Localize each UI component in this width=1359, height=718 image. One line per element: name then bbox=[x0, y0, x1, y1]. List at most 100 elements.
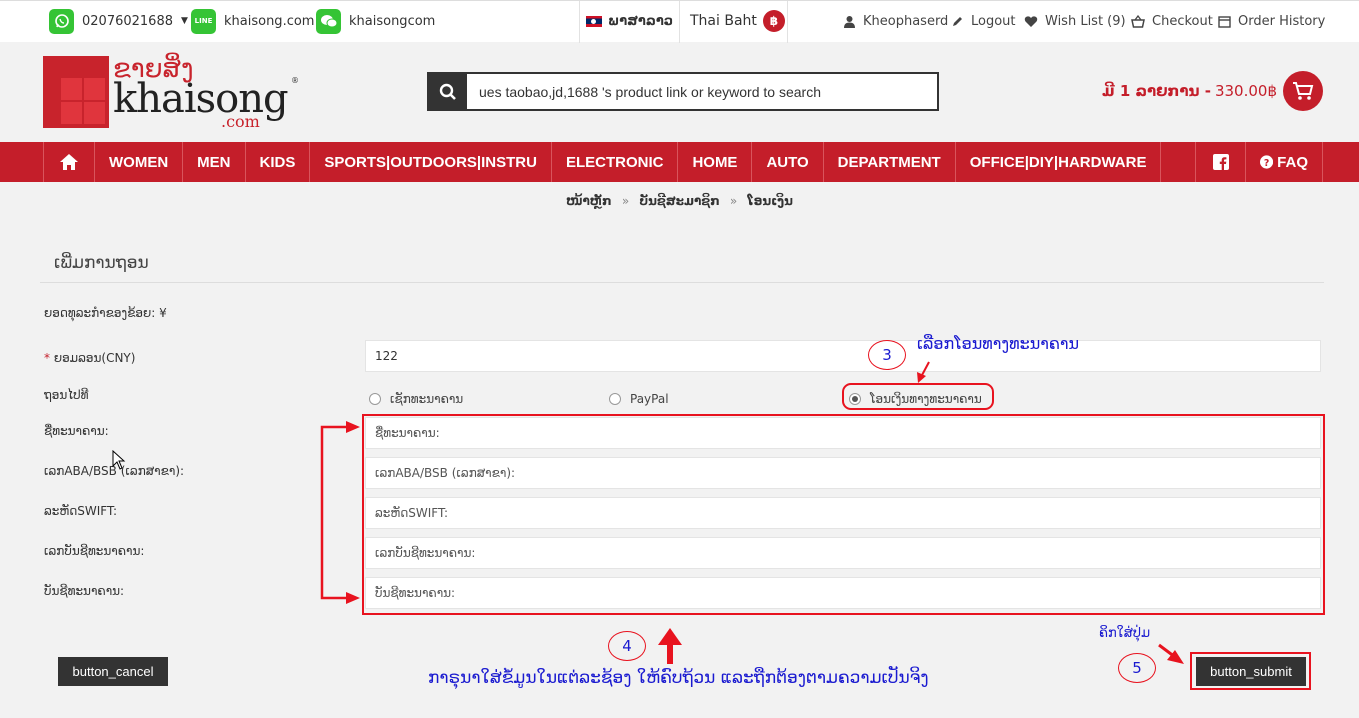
search-button[interactable] bbox=[429, 74, 467, 109]
radio-button[interactable] bbox=[369, 393, 381, 405]
language-selector[interactable]: ພາສາລາວ bbox=[586, 7, 673, 35]
step-4-marker: 4 bbox=[608, 631, 646, 661]
mouse-cursor-icon bbox=[112, 450, 126, 470]
breadcrumb-separator: » bbox=[729, 194, 738, 208]
nav-item-men[interactable]: MEN bbox=[182, 142, 244, 182]
account-label: Kheophaserd bbox=[863, 13, 949, 29]
pencil-icon bbox=[953, 16, 962, 26]
radio-button[interactable] bbox=[609, 393, 621, 405]
bank-name-label: ຊື່ທະນາຄານ: bbox=[44, 424, 109, 438]
highlight-bank-transfer bbox=[842, 383, 994, 410]
highlight-submit bbox=[1190, 652, 1311, 690]
checkout-label: Checkout bbox=[1152, 13, 1213, 29]
cart-icon[interactable] bbox=[1283, 71, 1323, 111]
faq-label: FAQ bbox=[1277, 153, 1308, 171]
highlight-fields bbox=[362, 414, 1325, 615]
line-icon: LINE bbox=[191, 8, 216, 34]
step-3-marker: 3 bbox=[868, 340, 906, 370]
nav-item-women[interactable]: WOMEN bbox=[94, 142, 182, 182]
page-title: ເພີ່ມການຖອນ bbox=[54, 253, 149, 273]
line-contact[interactable]: LINE khaisong.com bbox=[191, 7, 314, 35]
wishlist-link[interactable]: Wish List (9) bbox=[1024, 7, 1126, 35]
facebook-icon bbox=[1212, 154, 1229, 170]
title-divider bbox=[40, 282, 1324, 283]
phone-number: 02076021688 bbox=[82, 13, 173, 29]
account-name-label: ບັນຊີທະນາຄານ: bbox=[44, 584, 125, 598]
wechat-id: khaisongcom bbox=[349, 13, 436, 29]
logo-domain: .com bbox=[221, 112, 260, 131]
nav-item-department[interactable]: DEPARTMENT bbox=[822, 142, 955, 182]
account-link[interactable]: Kheophaserd bbox=[843, 7, 948, 35]
order-history-label: Order History bbox=[1238, 13, 1326, 29]
amount-label: * ຍອມລອນ(CNY) bbox=[44, 351, 135, 365]
cart-summary[interactable]: ມີ 1 ລາຍການ - 330.00฿ bbox=[1102, 71, 1323, 111]
logout-link[interactable]: Logout bbox=[951, 7, 1016, 35]
home-icon bbox=[60, 154, 78, 170]
breadcrumb-current[interactable]: ໂອນເງິນ bbox=[747, 194, 792, 208]
svg-text:?: ? bbox=[1264, 158, 1269, 169]
option-label: PayPal bbox=[630, 392, 669, 406]
nav-item-electronic[interactable]: ELECTRONIC bbox=[550, 142, 678, 182]
breadcrumb-account[interactable]: ບັນຊີສະມາຊິກ bbox=[639, 194, 719, 208]
currency-selector[interactable]: Thai Baht ฿ bbox=[690, 7, 785, 35]
currency-label: Thai Baht bbox=[690, 13, 757, 29]
heart-icon bbox=[1024, 15, 1038, 27]
cancel-button[interactable]: button_cancel bbox=[58, 657, 168, 686]
lao-flag-icon bbox=[586, 15, 602, 27]
option-label: ເຊັກທະນາຄານ bbox=[390, 392, 464, 406]
amount-input[interactable]: 122 bbox=[365, 340, 1321, 372]
user-icon bbox=[844, 15, 855, 28]
breadcrumb: ໜ້າຫຼັກ » ບັນຊີສະມາຊິກ » ໂອນເງິນ bbox=[0, 194, 1359, 208]
divider bbox=[579, 1, 580, 43]
phone-contact[interactable]: 02076021688 ▼ bbox=[49, 7, 188, 35]
wishlist-label: Wish List (9) bbox=[1045, 13, 1126, 29]
nav-item-auto[interactable]: AUTO bbox=[751, 142, 822, 182]
nav-item-home[interactable]: HOME bbox=[677, 142, 751, 182]
language-label: ພາສາລາວ bbox=[608, 13, 674, 29]
wechat-icon bbox=[316, 8, 341, 34]
divider bbox=[679, 1, 680, 43]
step-5-marker: 5 bbox=[1118, 653, 1156, 683]
withdraw-to-label: ຖອນໄປທີ bbox=[44, 388, 89, 402]
breadcrumb-home[interactable]: ໜ້າຫຼັກ bbox=[566, 194, 612, 208]
option-bank-check[interactable]: ເຊັກທະນາຄານ bbox=[369, 388, 463, 410]
divider bbox=[787, 1, 788, 43]
checkout-link[interactable]: Checkout bbox=[1131, 7, 1213, 35]
logo-wordmark: khaisong bbox=[113, 76, 289, 122]
search-icon bbox=[439, 83, 456, 100]
step-4-note: ກາຣຸນາໃສ່ຂໍ້ມູນໃນແຕ່ລະຊ້ອງ ໃຫ້ຄົບຖ້ວນ ແລ… bbox=[428, 668, 929, 688]
step-5-note: ຄິກໃສ່ປຸ່ມ bbox=[1099, 626, 1151, 641]
breadcrumb-separator: » bbox=[621, 194, 630, 208]
line-id: khaisong.com bbox=[224, 13, 315, 29]
swift-label: ລະຫັດSWIFT: bbox=[44, 504, 118, 518]
wechat-contact[interactable]: khaisongcom bbox=[316, 7, 435, 35]
logout-label: Logout bbox=[971, 13, 1016, 29]
balance-label: ຍອດທຸລະກໍາຂອງຂ້ອຍ: ¥ bbox=[44, 306, 167, 320]
cart-count: ມີ 1 ລາຍການ - bbox=[1102, 82, 1211, 100]
option-paypal[interactable]: PayPal bbox=[609, 388, 669, 410]
top-bar: 02076021688 ▼ LINE khaisong.com khaisong… bbox=[0, 0, 1359, 43]
required-marker: * bbox=[44, 351, 50, 365]
calendar-icon bbox=[1218, 15, 1231, 28]
logo[interactable]: ຂາຍສິ່ງ khaisong .com ® bbox=[43, 54, 303, 132]
nav-item-sports[interactable]: SPORTS|OUTDOORS|INSTRU bbox=[309, 142, 551, 182]
search-bar bbox=[427, 72, 939, 111]
amount-label-text: ຍອມລອນ(CNY) bbox=[53, 351, 136, 365]
search-input[interactable] bbox=[467, 74, 937, 109]
chevron-down-icon[interactable]: ▼ bbox=[181, 16, 188, 26]
registered-mark: ® bbox=[291, 76, 299, 85]
order-history-link[interactable]: Order History bbox=[1218, 7, 1325, 35]
main-nav: WOMEN MEN KIDS SPORTS|OUTDOORS|INSTRU EL… bbox=[0, 142, 1359, 182]
nav-item-office[interactable]: OFFICE|DIY|HARDWARE bbox=[954, 142, 1162, 182]
faq-link[interactable]: ? FAQ bbox=[1245, 142, 1323, 182]
facebook-link[interactable] bbox=[1195, 142, 1245, 182]
basket-icon bbox=[1131, 14, 1145, 28]
step-3-note: ເລືອກໂອນທາງທະນາຄານ bbox=[917, 334, 1080, 353]
logo-mark bbox=[43, 56, 109, 128]
account-number-label: ເລກບັນຊີທະນາຄານ: bbox=[44, 544, 145, 558]
home-nav[interactable] bbox=[43, 142, 94, 182]
nav-item-kids[interactable]: KIDS bbox=[244, 142, 310, 182]
baht-icon: ฿ bbox=[762, 10, 785, 32]
question-icon: ? bbox=[1260, 155, 1274, 169]
whatsapp-icon bbox=[49, 8, 74, 34]
